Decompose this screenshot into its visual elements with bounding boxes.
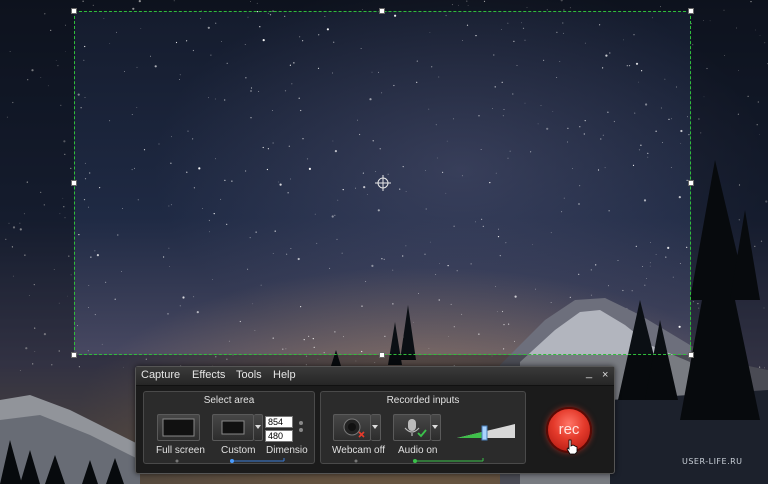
resize-handle-top-right[interactable] — [688, 8, 694, 14]
full-screen-label: Full screen — [156, 445, 205, 456]
menu-capture[interactable]: Capture — [141, 369, 180, 381]
full-screen-button[interactable] — [157, 414, 200, 441]
select-area-group: Select area Full screen Custom 854 480 D… — [143, 391, 315, 464]
minimize-button[interactable]: _ — [586, 367, 592, 379]
custom-area-icon — [221, 420, 245, 435]
resize-handle-bottom-right[interactable] — [688, 352, 694, 358]
webcam-off-icon — [343, 418, 365, 438]
move-crosshair-icon[interactable] — [375, 175, 391, 191]
volume-slider[interactable] — [455, 420, 517, 442]
chevron-down-icon — [432, 425, 438, 429]
custom-area-button[interactable] — [212, 414, 254, 441]
recorded-inputs-indicator-line — [354, 458, 484, 463]
height-input[interactable]: 480 — [265, 430, 293, 442]
recorded-inputs-group: Recorded inputs Webcam off Audio on — [320, 391, 526, 464]
select-area-indicator-line — [175, 458, 285, 463]
recorded-inputs-title: Recorded inputs — [386, 395, 460, 406]
width-input[interactable]: 854 — [265, 416, 293, 428]
record-button-label: rec — [558, 421, 580, 438]
resize-handle-bottom[interactable] — [379, 352, 385, 358]
custom-area-dropdown[interactable] — [254, 414, 263, 441]
menu-tools[interactable]: Tools — [236, 369, 262, 381]
audio-dropdown[interactable] — [431, 414, 441, 441]
resize-handle-left[interactable] — [71, 180, 77, 186]
close-button[interactable]: × — [602, 369, 608, 381]
audio-button[interactable] — [393, 414, 431, 441]
menu-bar: Capture Effects Tools Help _ × — [136, 367, 614, 386]
microphone-on-icon — [404, 419, 427, 438]
hand-cursor-icon — [566, 439, 578, 455]
resize-handle-top-left[interactable] — [71, 8, 77, 14]
select-area-title: Select area — [203, 395, 255, 406]
resize-handle-right[interactable] — [688, 180, 694, 186]
resize-handle-top[interactable] — [379, 8, 385, 14]
custom-label: Custom — [221, 445, 256, 456]
resize-handle-bottom-left[interactable] — [71, 352, 77, 358]
lock-aspect-icon[interactable] — [298, 419, 304, 435]
webcam-dropdown[interactable] — [371, 414, 381, 441]
dim-overlay-left — [0, 11, 74, 484]
dim-overlay-right — [691, 11, 768, 484]
chevron-down-icon — [372, 425, 378, 429]
chevron-down-icon — [255, 425, 261, 429]
audio-label: Audio on — [398, 445, 438, 456]
menu-help[interactable]: Help — [273, 369, 296, 381]
full-screen-icon — [162, 418, 195, 437]
recorder-toolbar: Capture Effects Tools Help _ × Select ar… — [135, 366, 615, 474]
menu-effects[interactable]: Effects — [192, 369, 225, 381]
dimensions-label: Dimensio — [266, 445, 308, 456]
webcam-button[interactable] — [333, 414, 371, 441]
watermark-text: USER-LIFE.RU — [682, 457, 743, 466]
webcam-label: Webcam off — [332, 445, 385, 456]
